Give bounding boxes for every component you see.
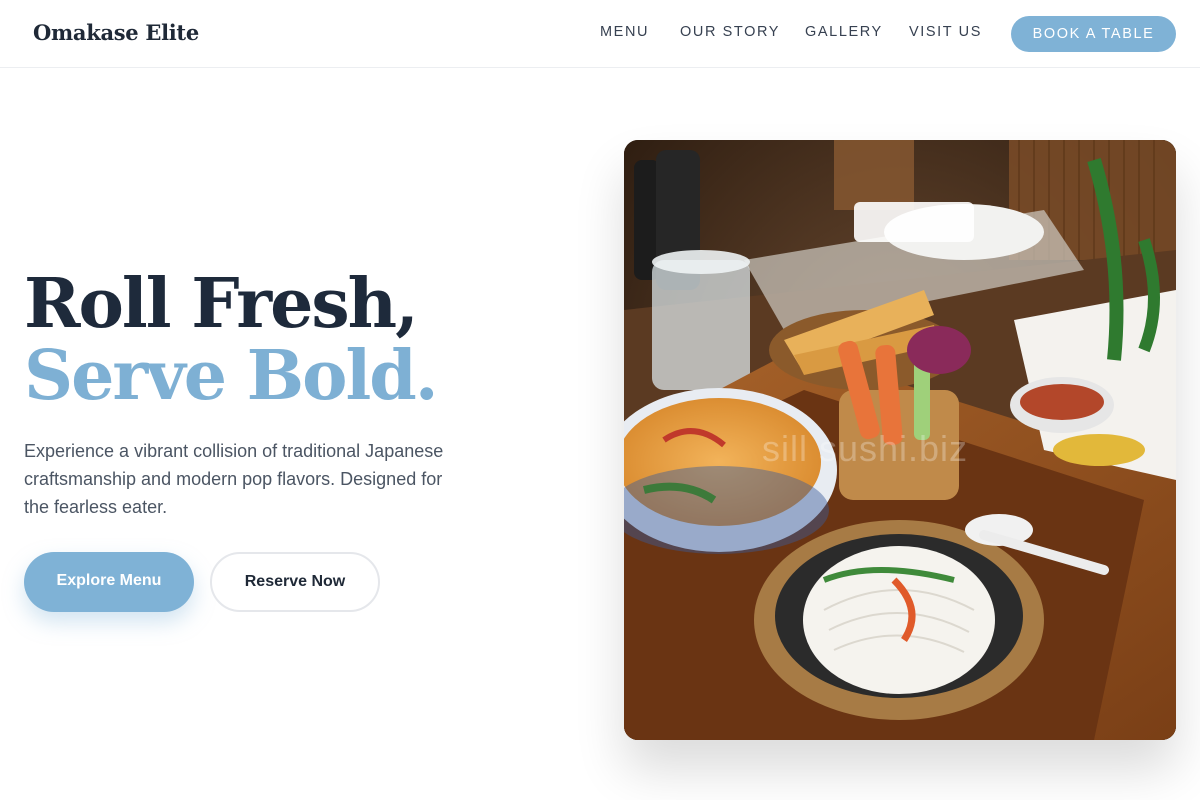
nav-item-gallery[interactable]: GALLERY — [805, 24, 883, 40]
site-header: Omakase Elite MENU OUR STORY GALLERY VIS… — [0, 0, 1200, 68]
nav-item-our-story[interactable]: OUR STORY — [680, 24, 780, 40]
reserve-now-button[interactable]: Reserve Now — [210, 552, 380, 612]
book-table-button[interactable]: BOOK A TABLE — [1011, 16, 1176, 52]
hero-description: Experience a vibrant collision of tradit… — [24, 441, 444, 517]
image-watermark: sill sushi.biz — [762, 428, 969, 469]
hero-title: Roll Fresh, Serve Bold. — [24, 264, 439, 416]
hero-title-line1: Roll Fresh, — [24, 264, 419, 344]
explore-menu-button[interactable]: Explore Menu — [24, 552, 194, 612]
nav-item-menu[interactable]: MENU — [600, 24, 649, 40]
hero-title-line2: Serve Bold. — [24, 336, 439, 416]
hero-food-image: sill sushi.biz — [624, 140, 1176, 740]
nav-item-visit-us[interactable]: VISIT US — [909, 24, 982, 40]
